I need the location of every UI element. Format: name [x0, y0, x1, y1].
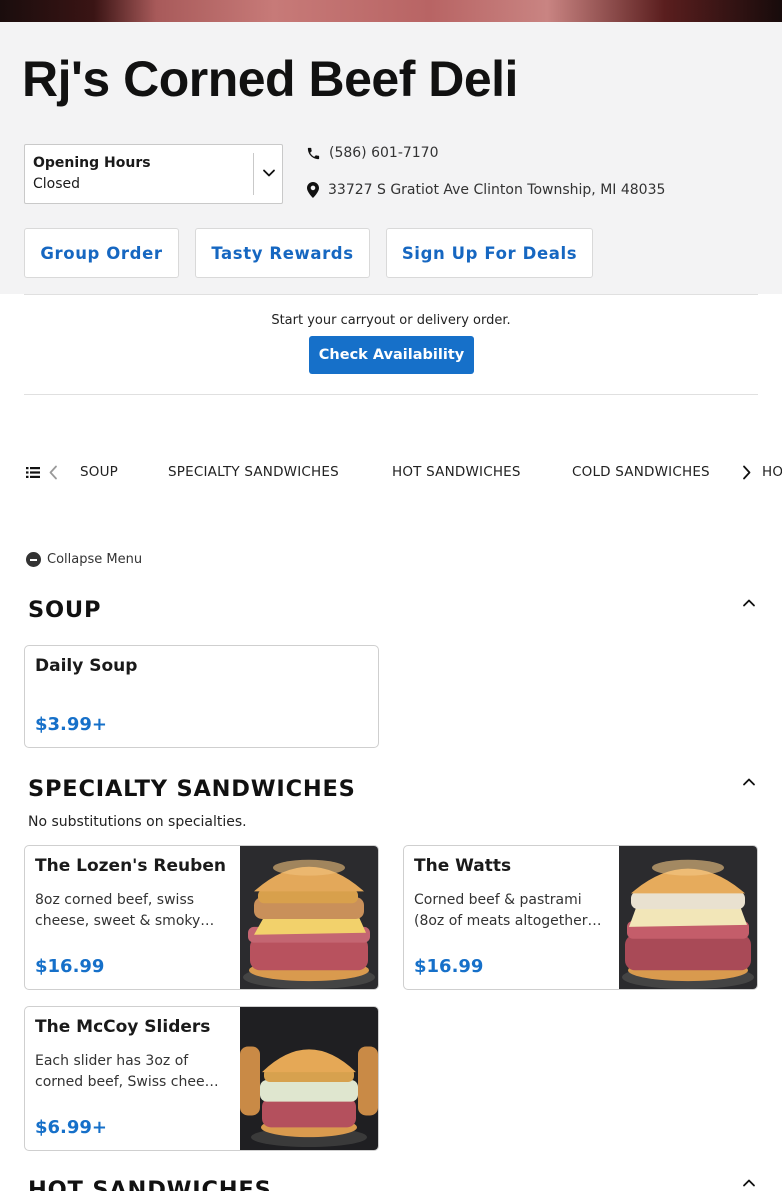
sandwich-image	[240, 1007, 378, 1150]
section-title-specialty-sandwiches: SPECIALTY SANDWICHES	[28, 776, 356, 802]
menu-item-price: $16.99	[414, 956, 484, 977]
chevron-up-icon[interactable]	[741, 1175, 757, 1191]
availability-prompt: Start your carryout or delivery order.	[271, 313, 511, 328]
category-tab-specialty-sandwiches[interactable]: SPECIALTY SANDWICHES	[168, 464, 339, 480]
section-title-soup: SOUP	[28, 597, 102, 623]
map-pin-icon	[307, 182, 319, 198]
chevron-up-icon[interactable]	[741, 774, 757, 790]
sandwich-image	[240, 846, 378, 989]
restaurant-name: Rj's Corned Beef Deli	[22, 51, 518, 107]
menu-item-description: Corned beef & pastrami (8oz of meats alt…	[414, 892, 593, 929]
tasty-rewards-button[interactable]: Tasty Rewards	[195, 228, 370, 278]
menu-item-price: $16.99	[35, 956, 105, 977]
phone-icon	[307, 147, 320, 159]
menu-item-card[interactable]: The Watts Corned beef & pastrami (8oz of…	[403, 845, 758, 990]
sign-up-deals-button[interactable]: Sign Up For Deals	[386, 228, 593, 278]
menu-item-card[interactable]: The Lozen's Reuben 8oz corned beef, swis…	[24, 845, 379, 990]
opening-hours-status: Closed	[33, 176, 81, 192]
sandwich-image	[619, 846, 757, 989]
category-tab-soup[interactable]: SOUP	[80, 464, 118, 480]
list-icon[interactable]	[26, 466, 40, 479]
address-link[interactable]: 33727 S Gratiot Ave Clinton Township, MI…	[306, 182, 665, 198]
minus-circle-icon	[26, 552, 41, 567]
chevron-right-icon[interactable]	[742, 465, 752, 480]
category-tab-cold-sandwiches[interactable]: COLD SANDWICHES	[572, 464, 710, 480]
menu-item-price: $6.99+	[35, 1117, 108, 1138]
phone-link[interactable]: (586) 601-7170	[306, 145, 439, 161]
chevron-left-icon[interactable]	[48, 465, 58, 480]
section-title-hot-sandwiches: HOT SANDWICHES	[28, 1177, 272, 1191]
menu-item-card[interactable]: Daily Soup $3.99+	[24, 645, 379, 748]
opening-hours-dropdown[interactable]: Opening Hours Closed	[24, 144, 283, 204]
category-nav: SOUP SPECIALTY SANDWICHES HOT SANDWICHES…	[0, 455, 782, 491]
menu-item-name: The Watts	[414, 856, 512, 876]
phone-number: (586) 601-7170	[329, 145, 439, 161]
menu-item-name: The Lozen's Reuben	[35, 856, 226, 876]
chevron-up-icon[interactable]	[741, 595, 757, 611]
divider	[24, 294, 758, 295]
dropdown-divider	[253, 153, 254, 195]
group-order-button[interactable]: Group Order	[24, 228, 179, 278]
section-note: No substitutions on specialties.	[28, 814, 247, 830]
menu-item-name: Daily Soup	[35, 656, 138, 676]
hero-image	[0, 0, 782, 22]
collapse-menu-button[interactable]: Collapse Menu	[26, 552, 142, 567]
collapse-menu-label: Collapse Menu	[47, 552, 143, 567]
menu-item-description: 8oz corned beef, swiss cheese, sweet & s…	[35, 892, 201, 929]
category-tab-hot-sandwiches[interactable]: HOT SANDWICHES	[392, 464, 521, 480]
category-tab-next[interactable]: HO	[762, 464, 782, 480]
address-text: 33727 S Gratiot Ave Clinton Township, MI…	[328, 182, 666, 198]
chevron-down-icon[interactable]	[261, 165, 277, 181]
divider	[24, 394, 758, 395]
check-availability-button[interactable]: Check Availability	[309, 336, 474, 374]
menu-item-description: Each slider has 3oz of corned beef, Swis…	[35, 1053, 221, 1090]
opening-hours-label: Opening Hours	[33, 155, 151, 171]
menu-item-name: The McCoy Sliders	[35, 1017, 211, 1037]
menu-item-card[interactable]: The McCoy Sliders Each slider has 3oz of…	[24, 1006, 379, 1151]
menu-item-price: $3.99+	[35, 714, 108, 735]
